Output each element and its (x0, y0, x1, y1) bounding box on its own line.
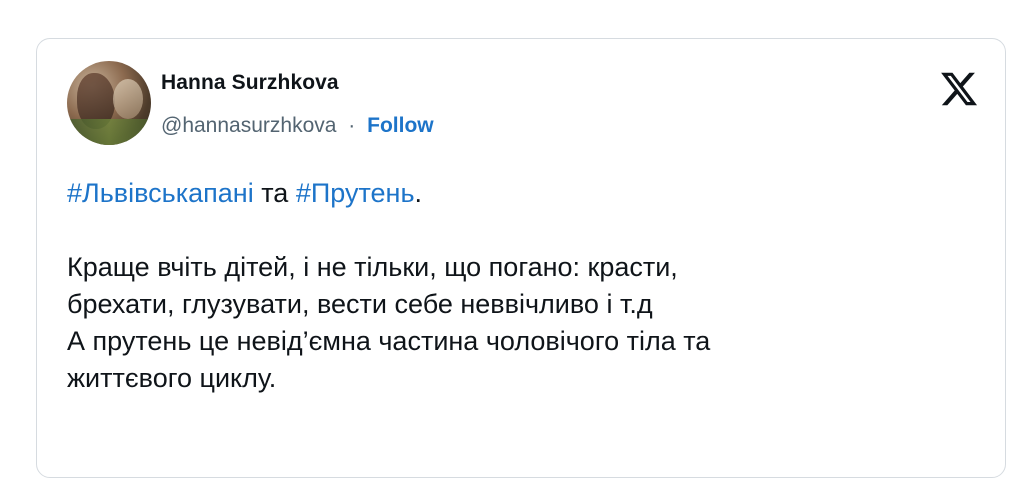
tweet-text: #Львівськапані та #Прутень. Краще вчіть … (67, 175, 987, 397)
separator-dot: · (348, 114, 356, 137)
tweet-text-line: життєвого циклу. (67, 363, 277, 393)
hashtag-link[interactable]: #Прутень (296, 178, 415, 208)
x-logo-icon[interactable] (939, 69, 979, 109)
text-period: . (414, 178, 423, 208)
author-name[interactable]: Hanna Surzhkova (161, 71, 339, 95)
avatar[interactable] (67, 61, 151, 145)
tweet-card: Hanna Surzhkova @hannasurzhkova · Follow… (36, 38, 1006, 478)
hashtags-line: #Львівськапані та #Прутень. (67, 175, 987, 212)
tweet-text-line: Краще вчіть дітей, і не тільки, що поган… (67, 252, 678, 282)
avatar-photo-part (67, 119, 151, 145)
follow-button[interactable]: Follow (367, 114, 434, 137)
hashtag-link[interactable]: #Львівськапані (67, 178, 254, 208)
author-handle-row: @hannasurzhkova · Follow (161, 114, 434, 138)
avatar-photo-part (113, 79, 143, 119)
text-connector: та (253, 178, 296, 208)
tweet-text-line: брехати, глузувати, вести себе неввічлив… (67, 289, 653, 319)
tweet-text-line: А прутень це невід’ємна частина чоловічо… (67, 326, 711, 356)
author-handle[interactable]: @hannasurzhkova (161, 114, 336, 137)
